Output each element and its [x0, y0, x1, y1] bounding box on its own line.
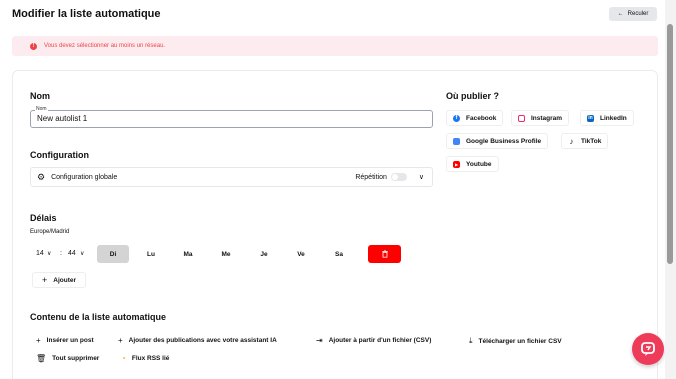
page-title: Modifier la liste automatique — [12, 8, 161, 20]
youtube-icon: ▶ — [453, 160, 460, 168]
global-config-label: Configuration globale — [51, 173, 118, 181]
ai-assistant-button[interactable]: + Ajouter des publications avec votre as… — [118, 336, 277, 345]
rss-feed-button[interactable]: ◔ Flux RSS lié — [121, 354, 169, 363]
day-button-ma[interactable]: Ma — [172, 245, 204, 263]
network-linkedin-button[interactable]: in LinkedIn — [580, 110, 634, 126]
global-config-dropdown[interactable]: ⚙ Configuration globale Répétition ∨ — [30, 167, 433, 187]
repeat-label: Répétition — [355, 173, 387, 181]
chat-help-button[interactable] — [632, 333, 664, 365]
facebook-icon: f — [453, 114, 460, 122]
rss-icon: ◔ — [121, 354, 126, 363]
back-button-label: Reculer — [627, 11, 649, 17]
network-label: Instagram — [531, 114, 563, 122]
chevron-down-icon[interactable]: ∨ — [419, 173, 424, 181]
network-youtube-button[interactable]: ▶ Youtube — [446, 156, 499, 172]
network-facebook-button[interactable]: f Facebook — [446, 110, 504, 126]
alert-message: Vous devez sélectionner au moins un rése… — [44, 43, 166, 49]
name-input[interactable]: New autolist 1 — [30, 110, 433, 128]
add-time-button[interactable]: + Ajouter — [32, 272, 86, 288]
repeat-toggle[interactable] — [390, 173, 407, 181]
name-section-title: Nom — [30, 91, 50, 101]
publish-section-title: Où publier ? — [446, 91, 499, 101]
download-csv-button[interactable]: ⤓ Télécharger un fichier CSV — [469, 336, 562, 346]
file-import-icon: ⇥ — [316, 336, 323, 345]
download-icon: ⤓ — [469, 336, 473, 345]
config-section-title: Configuration — [30, 150, 89, 160]
scrollbar-thumb[interactable] — [667, 24, 673, 264]
minute-select-value[interactable]: 44 — [68, 250, 76, 257]
network-label: Facebook — [466, 114, 497, 122]
network-label: LinkedIn — [600, 114, 627, 122]
day-button-je[interactable]: Je — [248, 245, 280, 263]
network-label: TikTok — [581, 137, 602, 145]
time-separator: : — [60, 250, 62, 257]
import-csv-button[interactable]: ⇥ Ajouter à partir d'un fichier (CSV) — [316, 336, 431, 345]
gear-icon: ⚙ — [37, 171, 46, 182]
instagram-icon — [518, 114, 525, 122]
delete-all-button[interactable]: 🗑 Tout supprimer — [36, 354, 99, 363]
trash-icon: 🗑 — [36, 354, 47, 363]
day-button-di[interactable]: Di — [97, 245, 129, 263]
action-label: Télécharger un fichier CSV — [478, 337, 562, 345]
network-instagram-button[interactable]: Instagram — [511, 110, 570, 126]
insert-post-button[interactable]: + Insérer un post — [36, 336, 94, 345]
google-business-icon — [453, 137, 460, 145]
network-label: Google Business Profile — [466, 137, 542, 145]
linkedin-icon: in — [587, 114, 594, 122]
network-google-business-button[interactable]: Google Business Profile — [446, 133, 549, 149]
tiktok-icon: ♪ — [569, 136, 574, 146]
arrow-left-icon: ← — [617, 11, 624, 17]
name-field-label: Nom — [35, 106, 48, 112]
day-button-sa[interactable]: Sa — [323, 245, 355, 263]
action-label: Ajouter des publications avec votre assi… — [128, 337, 277, 344]
action-label: Ajouter à partir d'un fichier (CSV) — [328, 337, 432, 344]
plus-icon: + — [118, 336, 123, 345]
day-button-lu[interactable]: Lu — [135, 245, 167, 263]
action-label: Flux RSS lié — [131, 355, 170, 362]
day-button-me[interactable]: Me — [210, 245, 242, 263]
chevron-down-icon[interactable]: ∨ — [80, 250, 84, 257]
add-time-label: Ajouter — [53, 276, 77, 284]
delete-time-button[interactable] — [368, 245, 401, 263]
back-button[interactable]: ← Reculer — [609, 7, 657, 21]
day-button-ve[interactable]: Ve — [285, 245, 317, 263]
content-section-title: Contenu de la liste automatique — [30, 312, 167, 322]
delays-section-title: Délais — [30, 213, 57, 223]
trash-icon — [381, 250, 388, 258]
action-label: Insérer un post — [46, 337, 94, 344]
network-tiktok-button[interactable]: ♪ TikTok — [561, 133, 609, 149]
error-alert: ! Vous devez sélectionner au moins un ré… — [12, 36, 658, 56]
alert-icon: ! — [30, 42, 37, 50]
timezone-label: Europe/Madrid — [30, 229, 70, 235]
plus-icon: + — [42, 275, 48, 285]
plus-icon: + — [36, 336, 41, 345]
chevron-down-icon[interactable]: ∨ — [47, 250, 51, 257]
action-label: Tout supprimer — [52, 355, 100, 362]
hour-select-value[interactable]: 14 — [36, 250, 44, 257]
network-label: Youtube — [466, 160, 492, 168]
chat-icon — [641, 342, 655, 356]
